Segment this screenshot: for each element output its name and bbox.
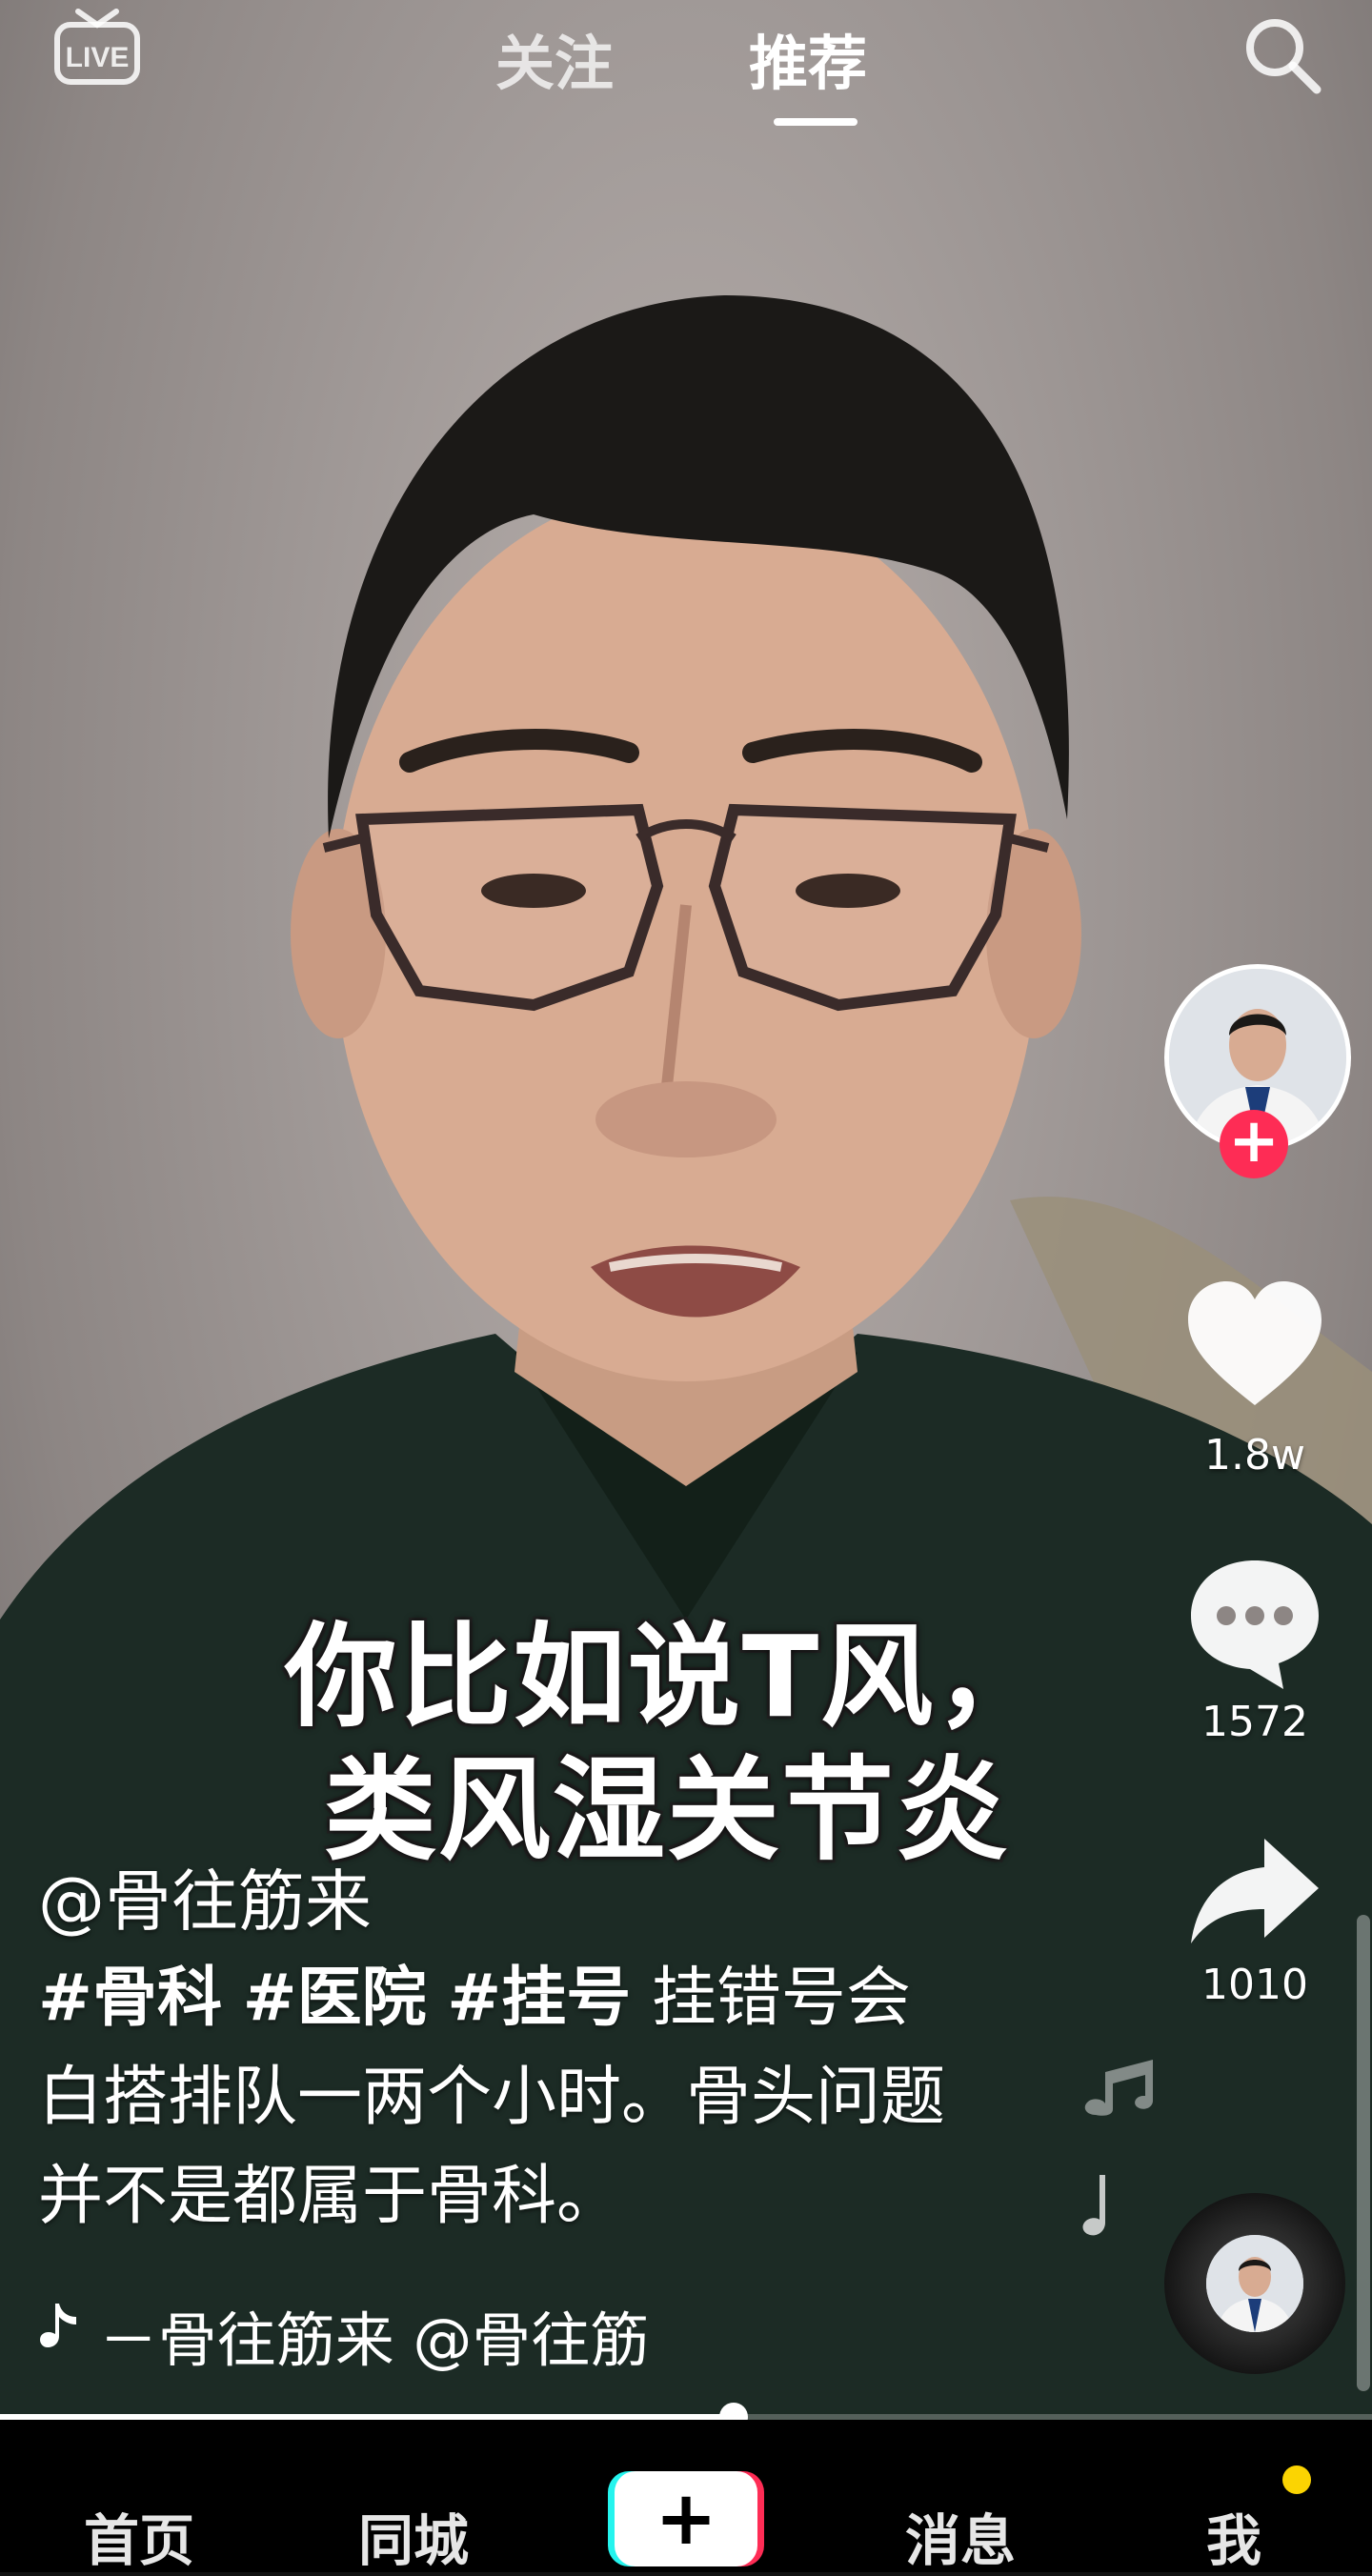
subtitle-line-1: 你比如说T风， <box>284 1611 1050 1742</box>
like-count: 1.8w <box>1204 1431 1305 1479</box>
share-count: 1010 <box>1201 1961 1308 2009</box>
nav-nearby[interactable]: 同城 <box>358 2496 469 2576</box>
video-subtitle: 你比如说T风， 类风湿关节炎 <box>191 1610 1143 1877</box>
hashtag[interactable]: #骨科 <box>38 1961 222 2036</box>
plus-icon: + <box>655 2476 717 2562</box>
notification-dot <box>1282 2465 1311 2494</box>
side-scroll-indicator <box>1357 1915 1370 2391</box>
music-info[interactable]: －骨往筋来 @骨往筋 <box>38 2292 766 2375</box>
hashtag[interactable]: #挂号 <box>447 1961 631 2036</box>
music-disc-avatar <box>1206 2235 1303 2332</box>
share-icon[interactable] <box>1183 1820 1326 1962</box>
live-icon[interactable]: LIVE <box>53 6 141 86</box>
nav-home[interactable]: 首页 <box>84 2496 194 2576</box>
tab-recommended[interactable]: 推荐 <box>749 15 867 101</box>
create-button[interactable]: + <box>608 2471 764 2566</box>
comment-icon[interactable] <box>1183 1551 1326 1694</box>
follow-button[interactable]: + <box>1220 1110 1288 1178</box>
tab-following[interactable]: 关注 <box>495 15 614 101</box>
floating-music-note-icon <box>1084 2060 1153 2116</box>
tiktok-note-icon <box>40 2304 76 2347</box>
music-title: －骨往筋来 @骨往筋 <box>98 2305 650 2375</box>
comment-count: 1572 <box>1201 1698 1308 1746</box>
hashtag[interactable]: #医院 <box>243 1961 427 2036</box>
nav-profile[interactable]: 我 <box>1206 2496 1261 2576</box>
live-label: LIVE <box>66 42 130 73</box>
nav-messages[interactable]: 消息 <box>905 2496 1016 2576</box>
music-disc[interactable] <box>1164 2193 1345 2374</box>
floating-music-note-icon <box>1082 2175 1105 2236</box>
top-bar: LIVE 关注 推荐 <box>0 0 1372 143</box>
search-icon[interactable] <box>1241 13 1324 97</box>
author-handle[interactable]: @骨往筋来 <box>38 1848 372 1944</box>
active-tab-indicator <box>774 118 858 126</box>
post-caption[interactable]: #骨科 #医院 #挂号 挂错号会白搭排队一两个小时。骨头问题并不是都属于骨科。 <box>38 1949 972 2246</box>
heart-icon[interactable] <box>1183 1277 1326 1419</box>
